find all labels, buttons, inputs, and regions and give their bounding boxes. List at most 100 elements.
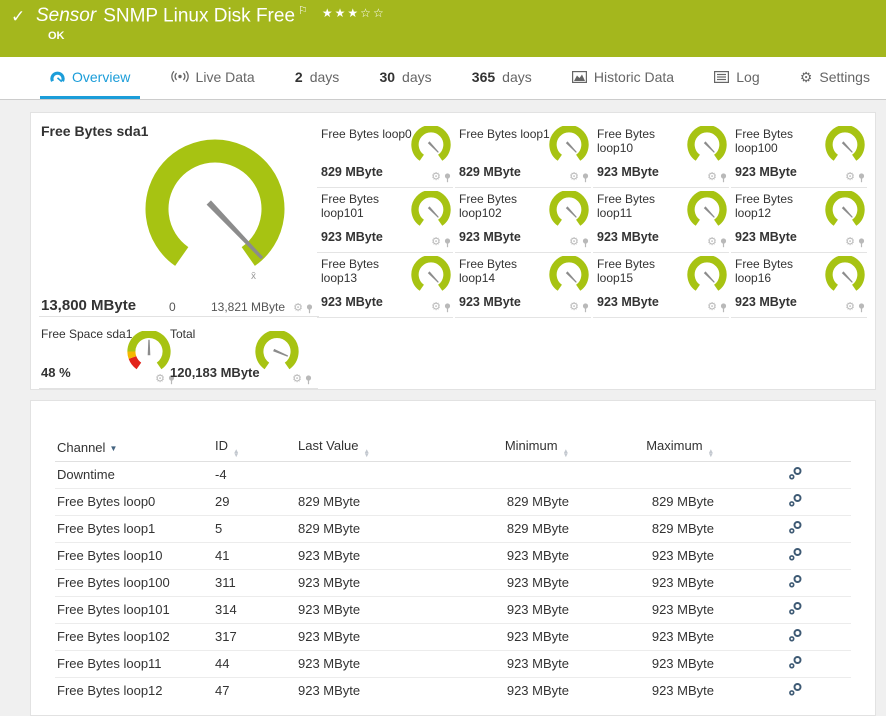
tab-log[interactable]: Log xyxy=(704,57,769,99)
small-gauge-cell[interactable]: Free Bytes loop12 923 MByte ⚙ xyxy=(731,188,867,253)
pin-icon[interactable] xyxy=(720,303,727,313)
free-space-gauge-value: 48 % xyxy=(41,365,71,380)
cell-channel: Free Bytes loop10 xyxy=(55,542,213,569)
pin-icon[interactable] xyxy=(306,304,313,314)
tab-2-days[interactable]: 2 days xyxy=(285,57,349,99)
edit-channel-gears-icon[interactable] xyxy=(788,547,803,565)
status-ok-check-icon: ✓ xyxy=(11,7,25,27)
small-gauge-cell[interactable]: Free Bytes loop15 923 MByte ⚙ xyxy=(593,253,729,318)
col-header-minimum[interactable]: Minimum▲▼ xyxy=(496,435,571,461)
pin-icon[interactable] xyxy=(858,303,865,313)
pin-icon[interactable] xyxy=(582,238,589,248)
object-kind-label: Sensor xyxy=(36,5,96,26)
gear-icon[interactable]: ⚙ xyxy=(155,374,165,385)
gear-icon[interactable]: ⚙ xyxy=(707,302,717,313)
gauge-icon xyxy=(50,70,65,83)
edit-channel-gears-icon[interactable] xyxy=(788,682,803,700)
tab-settings[interactable]: ⚙ Settings xyxy=(790,57,880,99)
small-gauge-title: Free Bytes loop16 xyxy=(735,257,827,285)
gear-icon[interactable]: ⚙ xyxy=(845,237,855,248)
cell-id: 5 xyxy=(213,515,296,542)
cell-last-value xyxy=(296,461,496,488)
col-header-id[interactable]: ID▲▼ xyxy=(213,435,296,461)
gear-icon[interactable]: ⚙ xyxy=(431,237,441,248)
small-gauge-icon xyxy=(411,191,451,231)
cell-minimum: 923 MByte xyxy=(496,623,571,650)
small-gauge-cell[interactable]: Free Bytes loop0 829 MByte ⚙ xyxy=(317,123,453,188)
edit-channel-gears-icon[interactable] xyxy=(788,655,803,673)
table-row: Free Bytes loop10 41 923 MByte 923 MByte… xyxy=(55,542,851,569)
gear-icon[interactable]: ⚙ xyxy=(845,302,855,313)
gear-icon[interactable]: ⚙ xyxy=(845,172,855,183)
small-gauge-value: 923 MByte xyxy=(459,295,521,309)
small-gauge-icon xyxy=(825,256,865,296)
chart-icon xyxy=(572,71,587,83)
cell-maximum: 923 MByte xyxy=(571,677,716,704)
gear-icon[interactable]: ⚙ xyxy=(431,172,441,183)
small-gauge-value: 923 MByte xyxy=(735,165,797,179)
flag-icon[interactable]: ⚐ xyxy=(298,5,308,17)
tab-30-days[interactable]: 30 days xyxy=(369,57,441,99)
small-gauge-cell[interactable]: Free Bytes loop14 923 MByte ⚙ xyxy=(455,253,591,318)
cell-minimum: 923 MByte xyxy=(496,542,571,569)
priority-stars[interactable]: ★★★☆☆ xyxy=(322,6,386,20)
pin-icon[interactable] xyxy=(444,303,451,313)
edit-channel-gears-icon[interactable] xyxy=(788,466,803,484)
small-gauge-cell[interactable]: Free Bytes loop100 923 MByte ⚙ xyxy=(731,123,867,188)
cell-maximum: 923 MByte xyxy=(571,542,716,569)
pin-icon[interactable] xyxy=(305,375,312,385)
gear-icon[interactable]: ⚙ xyxy=(569,172,579,183)
small-gauge-title: Free Bytes loop102 xyxy=(459,192,551,220)
pin-icon[interactable] xyxy=(444,238,451,248)
small-gauge-cell[interactable]: Free Bytes loop13 923 MByte ⚙ xyxy=(317,253,453,318)
small-gauge-value: 923 MByte xyxy=(321,230,383,244)
gear-icon[interactable]: ⚙ xyxy=(569,237,579,248)
sort-icon: ▲▼ xyxy=(563,450,569,458)
pin-icon[interactable] xyxy=(858,173,865,183)
col-header-maximum[interactable]: Maximum▲▼ xyxy=(571,435,716,461)
small-gauge-cell[interactable]: Free Bytes loop102 923 MByte ⚙ xyxy=(455,188,591,253)
small-gauge-icon xyxy=(687,191,727,231)
tab-365-days[interactable]: 365 days xyxy=(462,57,542,99)
edit-channel-gears-icon[interactable] xyxy=(788,628,803,646)
total-gauge-cell[interactable]: Total 120,183 MByte ⚙ xyxy=(168,325,318,389)
col-header-last-value[interactable]: Last Value▲▼ xyxy=(296,435,496,461)
cell-minimum: 923 MByte xyxy=(496,596,571,623)
edit-channel-gears-icon[interactable] xyxy=(788,493,803,511)
cell-id: 29 xyxy=(213,488,296,515)
primary-gauge-cell[interactable]: Free Bytes sda1 x̄ 13,800 MByte 0 13,821… xyxy=(39,121,319,317)
pin-icon[interactable] xyxy=(720,238,727,248)
tab-historic-data[interactable]: Historic Data xyxy=(562,57,684,99)
gear-icon[interactable]: ⚙ xyxy=(707,172,717,183)
gear-icon[interactable]: ⚙ xyxy=(707,237,717,248)
primary-gauge-title: Free Bytes sda1 xyxy=(41,123,148,139)
edit-channel-gears-icon[interactable] xyxy=(788,601,803,619)
col-header-channel[interactable]: Channel▼ xyxy=(55,435,213,461)
sort-icon: ▲▼ xyxy=(363,450,369,458)
table-header-row: Channel▼ ID▲▼ Last Value▲▼ Minimum▲▼ Max… xyxy=(55,435,851,461)
edit-channel-gears-icon[interactable] xyxy=(788,574,803,592)
pin-icon[interactable] xyxy=(444,173,451,183)
free-space-gauge-cell[interactable]: Free Space sda1 48 % ⚙ xyxy=(39,325,181,389)
small-gauge-cell[interactable]: Free Bytes loop10 923 MByte ⚙ xyxy=(593,123,729,188)
gear-icon[interactable]: ⚙ xyxy=(431,302,441,313)
gear-icon[interactable]: ⚙ xyxy=(292,374,302,385)
pin-icon[interactable] xyxy=(582,173,589,183)
cell-maximum: 923 MByte xyxy=(571,596,716,623)
tab-live-data[interactable]: Live Data xyxy=(161,57,265,99)
small-gauge-cell[interactable]: Free Bytes loop11 923 MByte ⚙ xyxy=(593,188,729,253)
pin-icon[interactable] xyxy=(858,238,865,248)
small-gauge-title: Free Bytes loop0 xyxy=(321,127,413,141)
edit-channel-gears-icon[interactable] xyxy=(788,520,803,538)
pin-icon[interactable] xyxy=(582,303,589,313)
cell-last-value: 923 MByte xyxy=(296,650,496,677)
tab-overview[interactable]: Overview xyxy=(40,57,140,99)
small-gauge-cell[interactable]: Free Bytes loop16 923 MByte ⚙ xyxy=(731,253,867,318)
gear-icon[interactable]: ⚙ xyxy=(293,303,303,314)
small-gauge-cell[interactable]: Free Bytes loop1 829 MByte ⚙ xyxy=(455,123,591,188)
cell-id: 41 xyxy=(213,542,296,569)
small-gauge-cell[interactable]: Free Bytes loop101 923 MByte ⚙ xyxy=(317,188,453,253)
gear-icon[interactable]: ⚙ xyxy=(569,302,579,313)
pin-icon[interactable] xyxy=(720,173,727,183)
small-gauge-title: Free Bytes loop11 xyxy=(597,192,689,220)
